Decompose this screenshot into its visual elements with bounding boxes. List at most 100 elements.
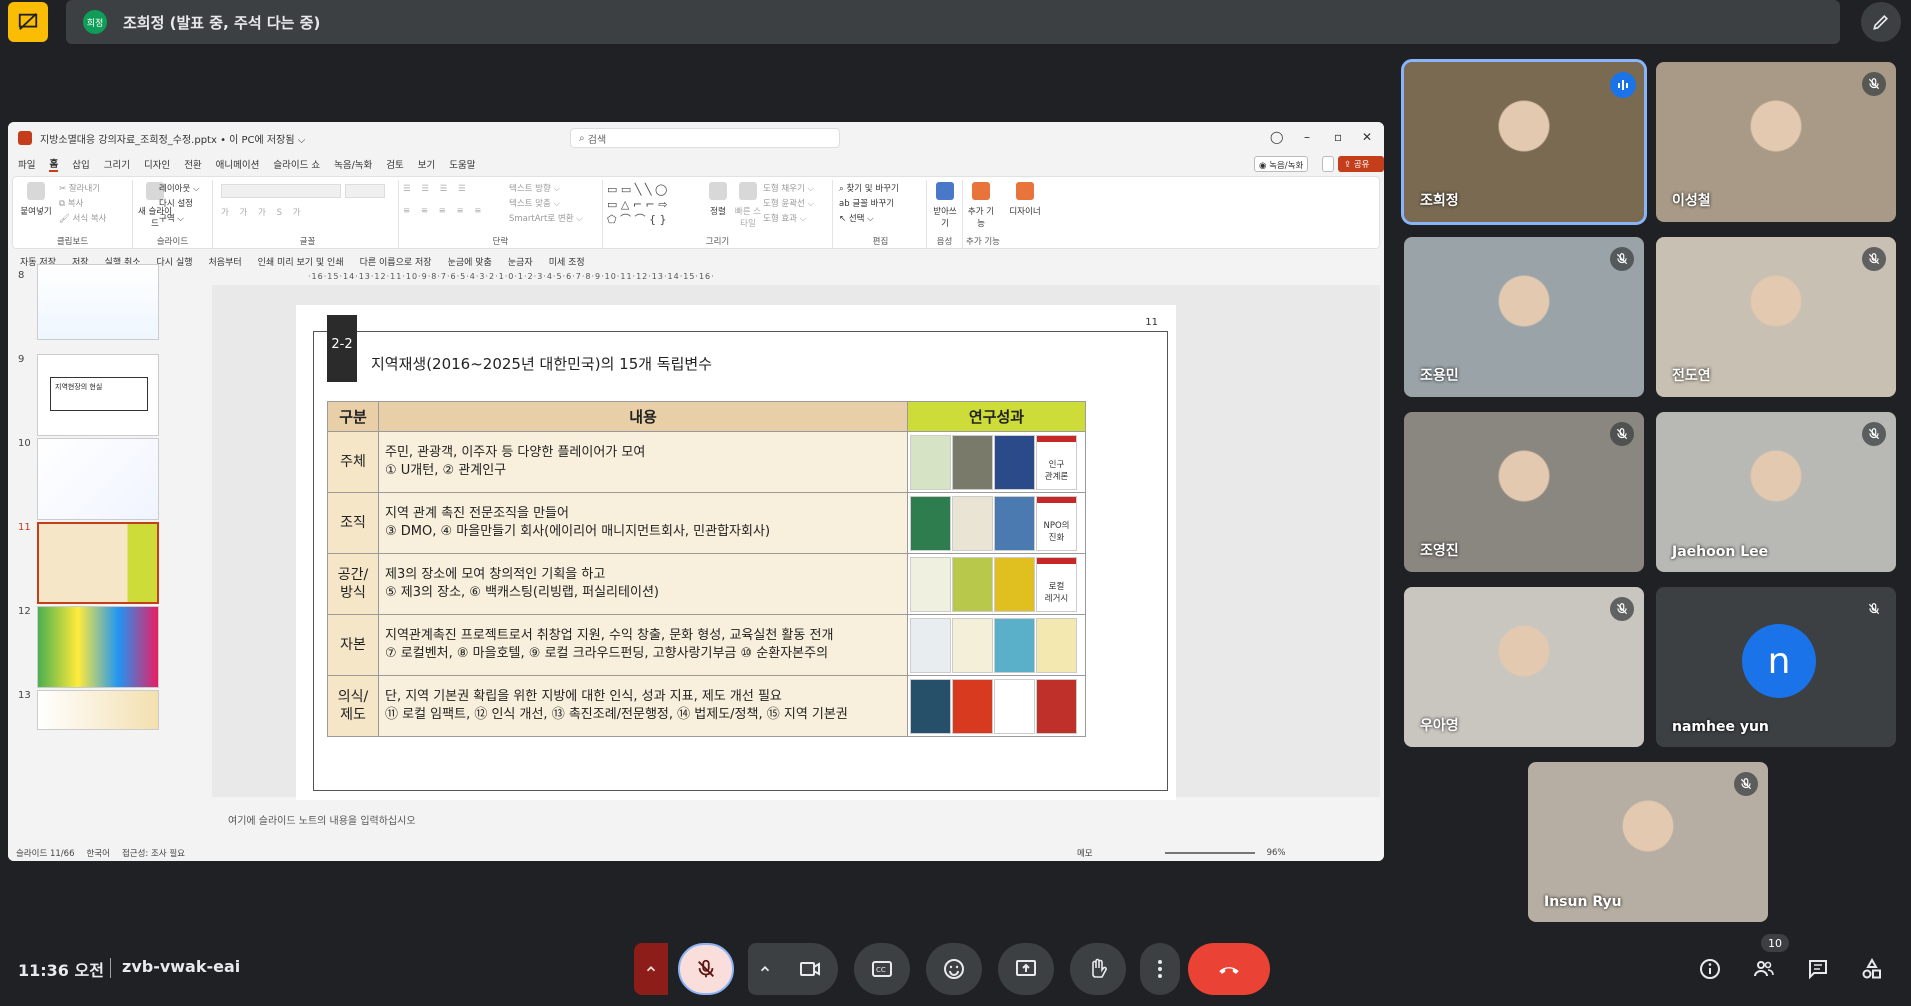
people-icon[interactable] (1750, 955, 1778, 983)
select-button[interactable]: ↖ 선택 ⌵ (839, 212, 874, 224)
close-icon[interactable]: ✕ (1362, 130, 1372, 144)
qat-item-4[interactable]: 처음부터 (209, 255, 242, 268)
find-replace-button[interactable]: ⌕ 찾기 및 바꾸기 (839, 182, 899, 194)
book-cover-image (994, 495, 1035, 551)
emoji-reaction-button[interactable] (926, 943, 982, 995)
menu-tab-2[interactable]: 삽입 (72, 157, 89, 171)
participant-tile[interactable]: 조용민 (1404, 237, 1644, 397)
participant-tile[interactable]: 우아영 (1404, 587, 1644, 747)
menu-tab-5[interactable]: 전환 (184, 157, 201, 171)
cut-button[interactable]: ✂ 잘라내기 (59, 182, 100, 194)
designer-button[interactable]: 디자이너 (1005, 182, 1045, 217)
restore-icon[interactable]: ▫ (1334, 130, 1342, 144)
status-language[interactable]: 한국어 (86, 847, 109, 859)
qat-item-5[interactable]: 인쇄 미리 보기 및 인쇄 (258, 255, 344, 268)
quick-styles-button[interactable]: 빠른 스타일 (733, 182, 763, 229)
slide-thumbnail-11[interactable] (37, 522, 159, 604)
record-button[interactable]: ◉ 녹음/녹화 (1254, 156, 1309, 172)
participant-tile[interactable]: 조희정 (1401, 59, 1647, 225)
shape-effects-button[interactable]: 도형 효과 ⌵ (763, 212, 806, 224)
menu-tab-1[interactable]: 홈 (49, 156, 59, 172)
table-row: 공간/ 방식 제3의 장소에 모여 창의적인 기획을 하고 ⑤ 제3의 장소, ⑥ … (327, 553, 1086, 615)
present-screen-button[interactable] (998, 943, 1054, 995)
slide-thumbnail-8[interactable] (37, 264, 159, 340)
participant-tile[interactable]: Jaehoon Lee (1656, 412, 1896, 572)
chat-icon[interactable] (1804, 955, 1832, 983)
paste-button[interactable]: 붙여넣기 (19, 182, 53, 217)
captions-button[interactable]: CC (854, 943, 910, 995)
zoom-slider[interactable] (1164, 851, 1255, 854)
presenter-avatar: 희정 (83, 10, 107, 34)
addins-button[interactable]: 추가 기능 (967, 182, 995, 229)
ppt-document-title[interactable]: 지방소멸대응 강의자료_조희정_수정.pptx • 이 PC에 저장됨 ⌵ (40, 131, 305, 146)
dictate-button[interactable]: 받아쓰기 (931, 182, 959, 229)
participant-tile[interactable]: Insun Ryu (1528, 762, 1768, 922)
list-buttons[interactable]: ☰ ☰ ☰ ☰ (403, 184, 470, 194)
menu-tab-6[interactable]: 애니메이션 (216, 157, 260, 171)
annotate-pen-icon[interactable] (1861, 2, 1901, 42)
menu-tab-3[interactable]: 그리기 (104, 157, 130, 171)
participant-tile[interactable]: 조영진 (1404, 412, 1644, 572)
minimize-icon[interactable]: – (1304, 130, 1310, 144)
audio-options-button[interactable] (634, 943, 668, 995)
more-options-button[interactable] (1140, 943, 1180, 995)
microphone-toggle-button[interactable] (678, 943, 734, 995)
status-notes[interactable]: 메모 (1077, 847, 1093, 859)
menu-tab-0[interactable]: 파일 (18, 157, 35, 171)
slide-thumbnail-13[interactable] (37, 690, 159, 730)
leave-call-button[interactable] (1188, 943, 1270, 995)
share-button[interactable]: ⇪ 공유 ⌵ (1338, 156, 1384, 180)
camera-toggle-button[interactable] (782, 943, 838, 995)
menu-tab-11[interactable]: 도움말 (449, 157, 475, 171)
font-format-buttons[interactable]: 가 가 가 S 가 (221, 206, 304, 218)
slide-thumbnail-9[interactable]: 지역현장의 현실 (37, 354, 159, 436)
qat-item-7[interactable]: 눈금에 맞춤 (448, 255, 492, 268)
current-slide[interactable]: 2-2 11 지역재생(2016~2025년 대한민국)의 15개 독립변수 구… (296, 305, 1176, 800)
align-buttons[interactable]: ≡ ≡ ≡ ≡ ≡ (403, 206, 485, 216)
menu-tab-8[interactable]: 녹음/녹화 (334, 157, 372, 171)
book-cover-image (910, 678, 951, 734)
copy-button[interactable]: ⧉ 복사 (59, 197, 83, 209)
section-button[interactable]: 구역 ⌵ (159, 212, 184, 224)
smartart-button[interactable]: SmartArt로 변환 ⌵ (509, 212, 583, 224)
comment-icon[interactable] (1322, 156, 1334, 172)
shape-outline-button[interactable]: 도형 윤곽선 ⌵ (763, 197, 814, 209)
replace-font-button[interactable]: ab 글꼴 바꾸기 (839, 197, 894, 209)
speaker-notes[interactable]: 여기에 슬라이드 노트의 내용을 입력하십시오 (212, 802, 1380, 828)
layout-button[interactable]: 레이아웃 ⌵ (159, 182, 199, 194)
participant-tile[interactable]: 전도연 (1656, 237, 1896, 397)
slide-thumbnail-12[interactable] (37, 606, 159, 688)
status-zoom[interactable]: 96% (1267, 848, 1286, 858)
text-align-button[interactable]: 텍스트 맞춤 ⌵ (509, 197, 560, 209)
qat-item-6[interactable]: 다른 이름으로 저장 (360, 255, 432, 268)
text-direction-button[interactable]: 텍스트 방향 ⌵ (509, 182, 560, 194)
account-icon[interactable]: ◯ (1270, 130, 1283, 144)
qat-item-8[interactable]: 눈금자 (508, 255, 533, 268)
font-size-select[interactable] (345, 184, 385, 198)
shape-fill-button[interactable]: 도형 채우기 ⌵ (763, 182, 814, 194)
menu-tab-4[interactable]: 디자인 (144, 157, 170, 171)
row-content: 지역 관계 촉진 전문조직을 만들어 ③ DMO, ④ 마을만들기 회사(에이리어… (378, 492, 908, 554)
ppt-search-input[interactable]: ⌕ 검색 (570, 128, 840, 148)
meeting-code[interactable]: zvb-vwak-eai (122, 957, 240, 976)
participant-tile[interactable]: n namhee yun (1656, 587, 1896, 747)
meeting-info-icon[interactable] (1696, 955, 1724, 983)
video-options-button[interactable] (748, 943, 782, 995)
activities-icon[interactable] (1858, 955, 1886, 983)
font-family-select[interactable] (221, 184, 341, 198)
status-accessibility[interactable]: 접근성: 조사 필요 (122, 847, 185, 859)
qat-item-3[interactable]: 다시 실행 (157, 255, 193, 268)
presentation-icon[interactable] (8, 2, 48, 42)
menu-tab-9[interactable]: 검토 (386, 157, 403, 171)
format-painter-button[interactable]: 🖌 서식 복사 (59, 212, 106, 224)
shapes-gallery[interactable]: ▭ ▭ ╲ ╲ ◯ ▭ △ ⌐ ⌐ ⇨ ⬠ ⌒ ⌒ { } (607, 182, 699, 226)
menu-tab-7[interactable]: 슬라이드 쇼 (273, 157, 320, 171)
row-content-line2: ⑤ 제3의 장소, ⑥ 백캐스팅(리빙랩, 퍼실리테이션) (385, 585, 659, 600)
participant-tile[interactable]: 이성철 (1656, 62, 1896, 222)
reset-button[interactable]: 다시 설정 (159, 197, 193, 209)
raise-hand-button[interactable] (1070, 943, 1126, 995)
menu-tab-10[interactable]: 보기 (418, 157, 435, 171)
slide-thumbnail-10[interactable] (37, 438, 159, 520)
qat-item-9[interactable]: 미세 조정 (549, 255, 585, 268)
arrange-button[interactable]: 정렬 (705, 182, 731, 217)
